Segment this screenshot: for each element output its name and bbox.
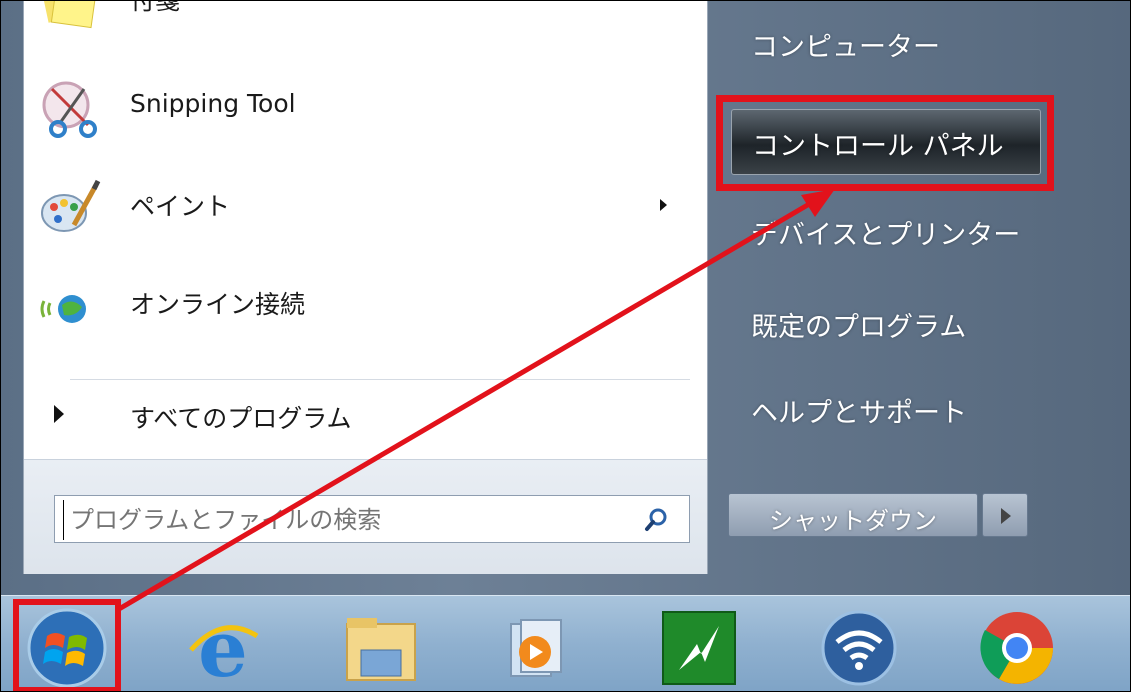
right-item-computer[interactable]: コンピューター — [731, 11, 1041, 75]
menu-item-paint[interactable]: ペイント — [24, 161, 707, 253]
paint-icon — [41, 179, 101, 232]
all-programs-item[interactable]: すべてのプログラム — [24, 387, 707, 447]
search-input[interactable] — [63, 500, 632, 540]
green-app-icon[interactable] — [657, 606, 741, 690]
online-connect-icon — [40, 295, 86, 323]
search-icon[interactable] — [643, 506, 671, 534]
highlight-box-control-panel — [716, 95, 1054, 191]
sticky-notes-icon — [40, 1, 98, 29]
svg-text:e: e — [198, 606, 248, 690]
menu-item-label: オンライン接続 — [130, 290, 306, 319]
submenu-arrow-icon[interactable] — [660, 199, 667, 211]
start-menu: 付箋 Snipping Tool ペイント オンライン接続 すべてのプログラム … — [1, 1, 1130, 595]
right-item-default-programs[interactable]: 既定のプログラム — [731, 291, 1041, 355]
internet-explorer-icon[interactable]: e — [181, 606, 265, 690]
right-item-help-support[interactable]: ヘルプとサポート — [731, 377, 1041, 441]
right-item-label: 既定のプログラム — [751, 312, 967, 343]
menu-separator — [70, 379, 690, 380]
chrome-icon[interactable] — [975, 606, 1059, 690]
file-explorer-icon[interactable] — [339, 606, 423, 690]
snipping-tool-icon — [42, 81, 97, 138]
shutdown-options-arrow-icon — [1001, 508, 1011, 524]
wifi-app-icon[interactable] — [817, 606, 901, 690]
start-menu-left-pane: 付箋 Snipping Tool ペイント オンライン接続 すべてのプログラム … — [23, 1, 708, 574]
all-programs-label: すべてのプログラム — [130, 404, 352, 433]
taskbar: e — [1, 595, 1130, 691]
highlight-box-start-button — [13, 599, 121, 691]
search-box[interactable] — [54, 495, 690, 543]
menu-item-label: Snipping Tool — [130, 89, 296, 118]
expand-arrow-icon — [54, 405, 64, 423]
media-player-icon[interactable] — [495, 606, 579, 690]
right-item-label: デバイスとプリンター — [751, 220, 1021, 251]
screenshot-frame: 付箋 Snipping Tool ペイント オンライン接続 すべてのプログラム … — [0, 0, 1131, 692]
shutdown-label: シャットダウン — [769, 507, 937, 535]
menu-item-sticky-notes[interactable]: 付箋 — [24, 0, 707, 47]
right-item-devices-printers[interactable]: デバイスとプリンター — [731, 199, 1041, 263]
menu-item-label: 付箋 — [130, 0, 181, 15]
shutdown-button[interactable]: シャットダウン — [728, 493, 978, 537]
right-item-label: コンピューター — [751, 32, 940, 63]
shutdown-options-button[interactable] — [982, 493, 1028, 537]
right-item-label: ヘルプとサポート — [751, 398, 967, 429]
menu-item-online-connect[interactable]: オンライン接続 — [24, 259, 707, 351]
menu-item-label: ペイント — [130, 192, 231, 221]
menu-item-snipping-tool[interactable]: Snipping Tool — [24, 63, 707, 155]
